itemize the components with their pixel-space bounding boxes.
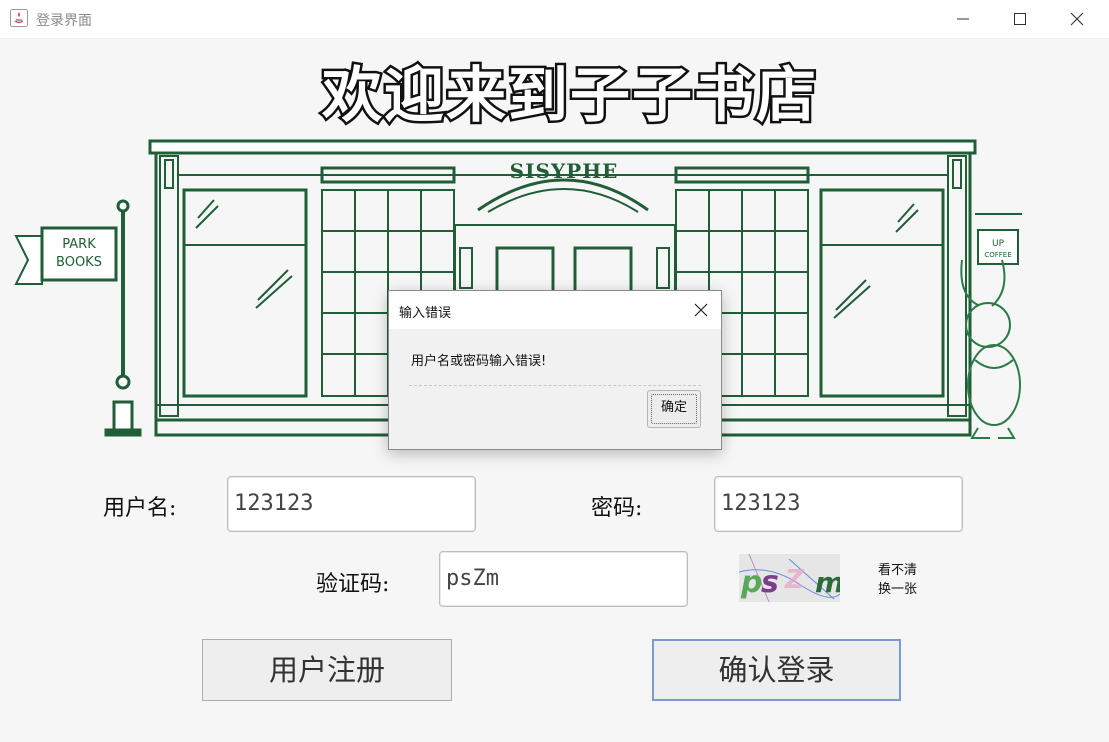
svg-text:BOOKS: BOOKS: [56, 255, 102, 270]
refresh-line2: 换一张: [878, 582, 918, 597]
dialog-body: 用户名或密码输入错误! 确定: [389, 329, 721, 449]
refresh-captcha-link[interactable]: 看不清 换一张: [878, 561, 917, 599]
dialog-separator: [409, 385, 701, 386]
username-label: 用户名:: [103, 496, 177, 521]
window-title: 登录界面: [36, 13, 92, 29]
maximize-button[interactable]: [997, 4, 1043, 34]
svg-text:s: s: [761, 565, 779, 600]
svg-text:Z: Z: [784, 565, 805, 595]
svg-text:m: m: [815, 566, 840, 599]
maximize-icon: [1014, 13, 1026, 25]
login-button[interactable]: 确认登录: [652, 639, 901, 701]
captcha-label: 验证码:: [316, 572, 390, 597]
svg-text:p: p: [740, 565, 762, 600]
username-input[interactable]: 123123: [227, 476, 476, 532]
svg-text:欢迎来到子子书店: 欢迎来到子子书店: [321, 61, 818, 131]
svg-text:PARK: PARK: [62, 237, 96, 252]
svg-text:UP: UP: [992, 239, 1005, 249]
java-app-icon: [10, 9, 28, 27]
dialog-ok-button[interactable]: 确定: [647, 390, 701, 428]
svg-text:SISYPHE: SISYPHE: [510, 159, 619, 183]
dialog-message: 用户名或密码输入错误!: [411, 354, 547, 369]
register-button[interactable]: 用户注册: [202, 639, 452, 701]
password-label: 密码:: [591, 496, 643, 521]
dialog-close-icon[interactable]: [691, 300, 711, 320]
dialog-title: 输入错误: [399, 306, 452, 321]
close-icon: [1070, 12, 1084, 26]
minimize-icon: [957, 18, 969, 20]
password-input[interactable]: 123123: [714, 476, 963, 532]
window-titlebar: 登录界面: [0, 0, 1109, 39]
banner-title: 欢迎来到子子书店: [319, 59, 819, 134]
close-window-button[interactable]: [1054, 4, 1100, 34]
svg-text:COFFEE: COFFEE: [984, 251, 1011, 259]
captcha-image: p s Z m: [739, 554, 840, 602]
minimize-button[interactable]: [940, 4, 986, 34]
error-dialog: 输入错误 用户名或密码输入错误! 确定: [388, 290, 722, 450]
captcha-input[interactable]: psZm: [439, 551, 688, 607]
refresh-line1: 看不清: [878, 563, 918, 578]
